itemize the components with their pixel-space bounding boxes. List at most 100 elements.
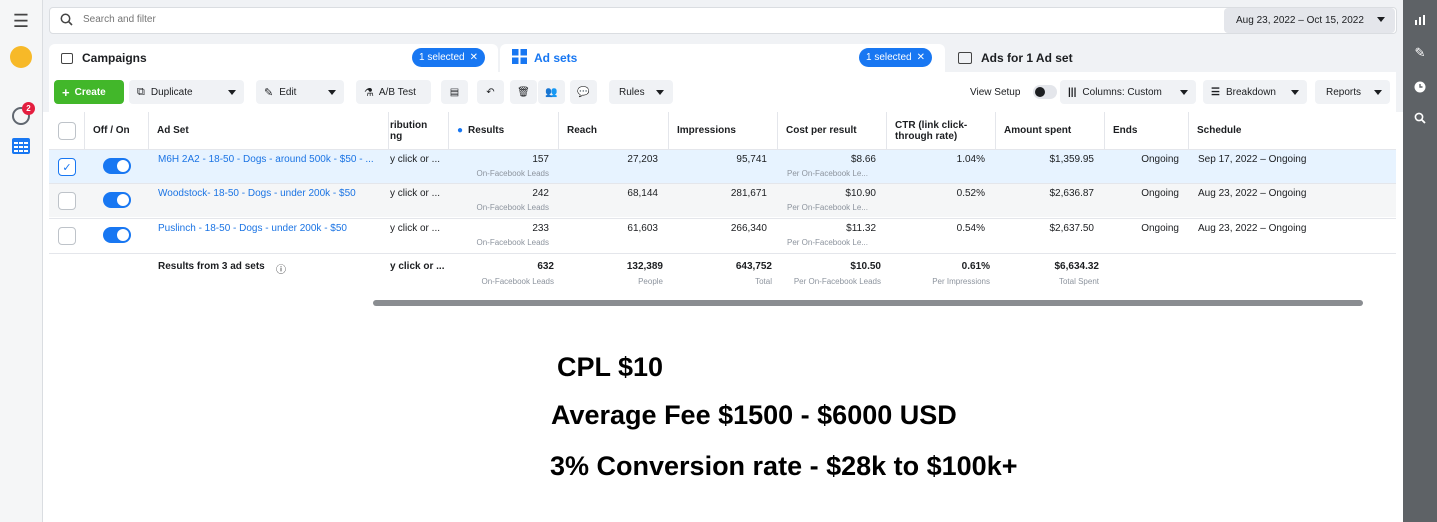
adset-name-link[interactable]: Puslinch - 18-50 - Dogs - under 200k - $… (158, 223, 376, 234)
search-filter-bar[interactable] (49, 7, 1397, 34)
adsets-grid-icon (512, 49, 527, 67)
results-sub: On-Facebook Leads (476, 238, 550, 247)
row-checkbox[interactable] (58, 192, 76, 210)
flask-icon: ⚗ (364, 86, 374, 99)
menu-icon[interactable]: ☰ (9, 9, 33, 33)
reach-cell: 27,203 (627, 154, 658, 165)
spent-cell: $2,636.87 (1049, 188, 1095, 199)
columns-button[interactable]: ||| Columns: Custom (1060, 80, 1196, 104)
adsets-selected-label: 1 selected (866, 52, 912, 63)
chevron-down-icon (1377, 17, 1385, 22)
results-cell: 242 (532, 188, 549, 199)
chevron-down-icon (1374, 90, 1382, 95)
duplicate-icon: ⧉ (137, 85, 145, 98)
col-header-schedule[interactable]: Schedule (1189, 112, 1396, 149)
create-button[interactable]: + Create (54, 80, 124, 104)
columns-label: Columns: Custom (1082, 86, 1162, 98)
col-header-ends[interactable]: Ends (1105, 112, 1189, 149)
search-input[interactable] (83, 14, 483, 25)
account-avatar[interactable] (9, 45, 33, 69)
rules-button[interactable]: Rules (609, 80, 673, 104)
plus-icon: + (62, 84, 70, 100)
close-icon[interactable]: ✕ (917, 52, 925, 63)
attribution-cell: y click or ... (390, 223, 441, 234)
breakdown-button[interactable]: ☰ Breakdown (1203, 80, 1307, 104)
ads-manager-grid-icon[interactable] (9, 134, 33, 158)
row-toggle[interactable] (103, 227, 131, 243)
totals-row: Results from 3 ad sets ⓘ y click or ... … (49, 253, 1396, 300)
right-sidebar: ✎ (1403, 0, 1437, 522)
totals-info-icon[interactable]: ⓘ (276, 261, 286, 276)
row-checkbox[interactable] (58, 227, 76, 245)
select-all-header (49, 112, 85, 149)
comment-icon[interactable]: 💬 (570, 80, 597, 104)
duplicate-button[interactable]: ⧉ Duplicate (129, 80, 244, 104)
view-setup-toggle[interactable]: View Setup (962, 80, 1057, 104)
left-sidebar: ☰ 2 (0, 0, 43, 522)
select-all-checkbox[interactable] (58, 122, 76, 140)
date-range-label: Aug 23, 2022 – Oct 15, 2022 (1236, 15, 1364, 26)
undo-icon[interactable]: ↶ (477, 80, 504, 104)
col-header-spent[interactable]: Amount spent (996, 112, 1105, 149)
tab-campaigns-label: Campaigns (82, 51, 147, 65)
chart-icon[interactable] (1408, 8, 1432, 32)
columns-icon: ||| (1068, 86, 1077, 98)
date-range-picker[interactable]: Aug 23, 2022 – Oct 15, 2022 (1224, 8, 1395, 33)
attribution-cell: y click or ... (390, 188, 441, 199)
cpr-cell: $11.32 (846, 223, 876, 234)
chevron-down-icon[interactable] (328, 90, 336, 95)
adsets-selected-pill[interactable]: 1 selected ✕ (859, 48, 932, 67)
col-header-adset[interactable]: Ad Set (149, 112, 389, 149)
breakdown-label: Breakdown (1225, 86, 1276, 98)
schedule-cell: Aug 23, 2022 – Ongoing (1198, 188, 1307, 199)
tab-adsets-label: Ad sets (534, 51, 578, 65)
col-header-attribution[interactable]: ribution ng (389, 112, 449, 149)
schedule-cell: Aug 23, 2022 – Ongoing (1198, 223, 1307, 234)
totals-spent: $6,634.32 (1054, 261, 1100, 272)
col-header-offon[interactable]: Off / On (85, 112, 149, 149)
campaigns-selected-pill[interactable]: 1 selected ✕ (412, 48, 485, 67)
notifications-icon[interactable]: 2 (9, 102, 35, 128)
reports-label: Reports (1326, 86, 1362, 98)
col-header-reach[interactable]: Reach (559, 112, 669, 149)
col-header-cpr[interactable]: Cost per result (778, 112, 887, 149)
campaigns-selected-label: 1 selected (419, 52, 465, 63)
table-row[interactable]: ✓ M6H 2A2 - 18-50 - Dogs - around 500k - … (49, 149, 1396, 183)
impressions-cell: 281,671 (730, 188, 767, 199)
col-header-impressions[interactable]: Impressions (669, 112, 778, 149)
edit-button[interactable]: ✎ Edit (256, 80, 344, 104)
row-checkbox[interactable]: ✓ (58, 158, 76, 176)
row-toggle[interactable] (103, 158, 131, 174)
adset-name-link[interactable]: Woodstock- 18-50 - Dogs - under 200k - $… (158, 188, 376, 199)
trash-icon[interactable]: 🗑 (510, 80, 537, 104)
tab-ads[interactable]: Ads for 1 Ad set (947, 44, 1389, 72)
horizontal-scrollbar[interactable] (373, 300, 1363, 306)
adset-name-link[interactable]: M6H 2A2 - 18-50 - Dogs - around 500k - $… (158, 154, 376, 165)
results-sub: On-Facebook Leads (476, 169, 550, 178)
spent-cell: $2,637.50 (1049, 223, 1095, 234)
totals-cpr-sub: Per On-Facebook Leads (793, 277, 881, 286)
ab-test-button[interactable]: ⚗ A/B Test (356, 80, 431, 104)
ctr-cell: 0.54% (956, 223, 985, 234)
chevron-down-icon[interactable] (228, 90, 236, 95)
col-header-ctr[interactable]: CTR (link click-through rate) (887, 112, 996, 149)
search-icon[interactable] (1408, 106, 1432, 130)
row-toggle[interactable] (103, 192, 131, 208)
reach-cell: 61,603 (627, 223, 658, 234)
table-row[interactable]: Puslinch - 18-50 - Dogs - under 200k - $… (49, 218, 1396, 253)
note-average-fee: Average Fee $1500 - $6000 USD (551, 400, 957, 430)
pencil-icon[interactable]: ✎ (1408, 41, 1432, 65)
table-row[interactable]: Woodstock- 18-50 - Dogs - under 200k - $… (49, 183, 1396, 217)
ends-cell: Ongoing (1141, 223, 1179, 234)
reports-button[interactable]: Reports (1315, 80, 1390, 104)
spent-cell: $1,359.95 (1049, 154, 1095, 165)
col-header-results[interactable]: ● Results (449, 112, 559, 149)
impressions-cell: 266,340 (730, 223, 767, 234)
people-icon[interactable]: 👥 (538, 80, 565, 104)
ad-icon (958, 52, 972, 64)
notification-badge: 2 (22, 102, 35, 115)
close-icon[interactable]: ✕ (470, 52, 478, 63)
clipboard-icon[interactable]: ▤ (441, 80, 468, 104)
info-icon[interactable]: ● (457, 125, 463, 136)
clock-icon[interactable] (1408, 75, 1432, 99)
